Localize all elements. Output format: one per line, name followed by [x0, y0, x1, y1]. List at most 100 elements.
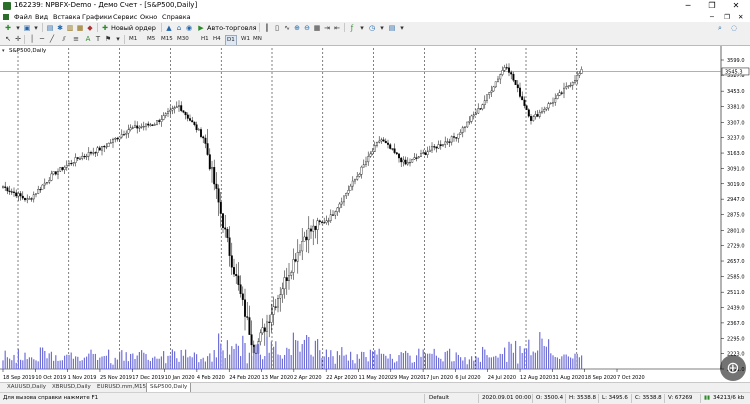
chart-shift-icon[interactable]: ⇤	[333, 24, 341, 32]
candle-body	[450, 136, 453, 143]
dropdown-icon[interactable]: ▾	[32, 24, 40, 32]
zoom-in-icon[interactable]: ⊕	[293, 24, 301, 32]
tf-m5[interactable]: M5	[146, 35, 156, 44]
cursor-icon[interactable]: ↖	[4, 35, 12, 43]
indicators-icon[interactable]: ƒ	[348, 24, 356, 32]
line-chart-icon[interactable]: ∿	[283, 24, 291, 32]
candle-body	[195, 124, 198, 130]
profiles-icon[interactable]: ▾	[14, 24, 22, 32]
candle-body	[63, 166, 66, 170]
candle-body	[39, 188, 42, 191]
vertical-line-icon[interactable]: │	[28, 35, 36, 43]
menu-tools[interactable]: Сервис	[113, 12, 137, 22]
fibo-icon[interactable]: ≡	[72, 35, 80, 43]
tab-eurusd[interactable]: EURUSD.mm,M15	[94, 383, 149, 392]
tf-h4[interactable]: H4	[212, 35, 222, 44]
templates-dropdown-icon[interactable]: ▾	[398, 24, 406, 32]
channel-icon[interactable]: ⫽	[60, 35, 68, 43]
shapes-dropdown-icon[interactable]: ▾	[114, 35, 122, 43]
signals-icon[interactable]: ▲	[165, 24, 173, 32]
tab-xbrusd[interactable]: XBRUSD,Daily	[49, 383, 94, 392]
candle-body	[52, 171, 55, 175]
menu-view[interactable]: Вид	[35, 12, 48, 22]
candle-body	[468, 121, 471, 123]
candle-body	[2, 186, 4, 188]
bar-chart-icon[interactable]: ┃	[263, 24, 271, 32]
search-icon[interactable]: ⌕	[716, 24, 724, 32]
menu-file[interactable]: Файл	[14, 12, 32, 22]
date-axis-label: 17 Dec 2019	[132, 375, 164, 381]
candle-body	[413, 157, 416, 160]
market-icon[interactable]: ⌂	[175, 24, 183, 32]
candle-body	[140, 126, 143, 128]
mdi-minimize-button[interactable]: ─	[710, 12, 714, 22]
tile-windows-icon[interactable]: ▦	[313, 24, 321, 32]
tf-h1[interactable]: H1	[200, 35, 210, 44]
data-window-icon[interactable]: ▤	[46, 24, 54, 32]
candle-body	[118, 136, 121, 140]
templates-icon[interactable]: ▤	[388, 24, 396, 32]
chat-icon[interactable]: ◌	[730, 24, 738, 32]
candle-body	[327, 220, 330, 222]
candle-body	[206, 143, 209, 155]
menu-help[interactable]: Справка	[162, 12, 191, 22]
navigator-icon[interactable]: ✱	[56, 24, 64, 32]
mdi-close-button[interactable]: ✕	[738, 12, 743, 22]
terminal-icon[interactable]: ▥	[66, 24, 74, 32]
restore-button[interactable]: ❐	[700, 0, 724, 12]
price-axis-label: 2439.0	[727, 306, 745, 312]
tf-m1[interactable]: M1	[128, 35, 138, 44]
candlestick-icon[interactable]: ▯	[273, 24, 281, 32]
tf-m15[interactable]: M15	[160, 35, 174, 44]
candle-body	[96, 147, 99, 153]
trendline-icon[interactable]: ╱	[48, 35, 56, 43]
auto-scroll-icon[interactable]: ⇥	[323, 24, 331, 32]
candle-body	[180, 105, 183, 111]
date-axis-label: 25 Nov 2019	[100, 375, 132, 381]
autotrading-button[interactable]: ▶ Авто-торговля	[197, 23, 257, 33]
zoom-out-icon[interactable]: ⊖	[303, 24, 311, 32]
crosshair-icon[interactable]: ✛	[14, 35, 22, 43]
menu-window[interactable]: Окно	[140, 12, 157, 22]
candle-body	[164, 113, 167, 116]
tab-xauusd[interactable]: XAUUSD,Daily	[4, 383, 49, 392]
editor-icon[interactable]: ◆	[86, 24, 94, 32]
candle-body	[103, 145, 106, 148]
text-icon[interactable]: A	[84, 35, 92, 43]
metaeditor-icon[interactable]: ◉	[185, 24, 193, 32]
menu-bar: Файл Вид Вставка Графики Сервис Окно Спр…	[0, 12, 750, 22]
price-axis-label: 2875.0	[727, 213, 745, 219]
market-watch-icon[interactable]: ▣	[23, 24, 31, 32]
candle-body	[147, 123, 150, 126]
menu-insert[interactable]: Вставка	[53, 12, 81, 22]
candle-body	[323, 222, 326, 224]
candle-body	[378, 140, 381, 143]
new-chart-icon[interactable]: ✚	[4, 24, 12, 32]
candle-body	[349, 185, 352, 191]
candle-body	[576, 74, 579, 81]
candle-body	[400, 157, 403, 163]
tf-mn[interactable]: MN	[252, 35, 263, 44]
indicators-dropdown-icon[interactable]: ▾	[358, 24, 366, 32]
candle-body	[189, 118, 191, 121]
label-icon[interactable]: T	[94, 35, 102, 43]
close-button[interactable]: ✕	[724, 0, 748, 12]
arrow-icon[interactable]: ⚑	[104, 35, 112, 43]
candle-body	[360, 166, 363, 175]
candle-body	[431, 146, 433, 151]
candle-body	[387, 142, 389, 145]
tf-w1[interactable]: W1	[240, 35, 251, 44]
mdi-restore-button[interactable]: ❐	[724, 12, 730, 22]
periods-dropdown-icon[interactable]: ▾	[378, 24, 386, 32]
periods-icon[interactable]: ◷	[368, 24, 376, 32]
horizontal-line-icon[interactable]: ─	[38, 35, 46, 43]
chart-window[interactable]: ▾ S&P500,Daily 3599.0 3527.8 3453.0 3381.0 3…	[0, 45, 750, 383]
candle-body	[200, 129, 202, 137]
minimize-button[interactable]: ─	[676, 0, 700, 12]
tf-m30[interactable]: M30	[176, 35, 190, 44]
new-order-button[interactable]: ✚ Новый ордер	[101, 23, 159, 33]
menu-charts[interactable]: Графики	[82, 12, 112, 22]
zoom-magnifier-icon[interactable]: ⊕	[720, 355, 746, 381]
tester-icon[interactable]: ▦	[76, 24, 84, 32]
candle-body	[444, 141, 447, 145]
